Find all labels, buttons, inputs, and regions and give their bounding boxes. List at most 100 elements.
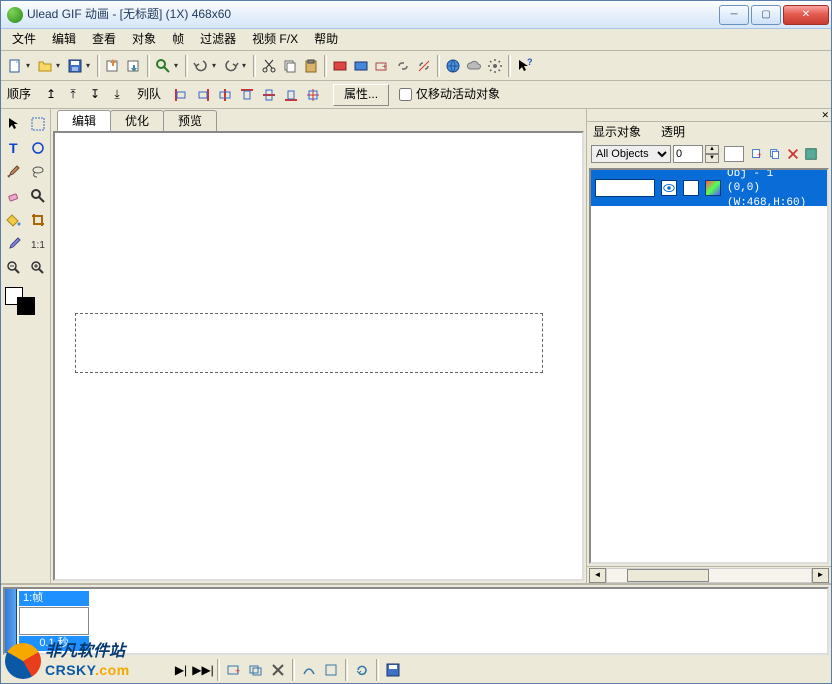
tab-optimize[interactable]: 优化 — [110, 110, 164, 131]
open-file-icon[interactable] — [35, 56, 55, 76]
redo-icon[interactable] — [221, 56, 241, 76]
visibility-icon[interactable] — [661, 180, 677, 196]
scroll-track[interactable] — [606, 568, 812, 583]
timeline-marker[interactable] — [5, 589, 17, 653]
align-right-icon[interactable] — [193, 85, 213, 105]
crop-tool-icon[interactable] — [27, 209, 49, 231]
pointer-tool-icon[interactable] — [3, 113, 25, 135]
shape-tool-icon[interactable] — [27, 137, 49, 159]
menu-object[interactable]: 对象 — [125, 30, 163, 48]
canvas-area[interactable] — [53, 131, 584, 581]
menu-filter[interactable]: 过滤器 — [193, 30, 243, 48]
new-file-icon[interactable] — [5, 56, 25, 76]
copy-icon[interactable] — [280, 56, 300, 76]
add-frame-icon[interactable]: + — [224, 660, 244, 680]
export-icon[interactable] — [124, 56, 144, 76]
cloud-icon[interactable] — [464, 56, 484, 76]
align-top-icon[interactable] — [237, 85, 257, 105]
scroll-left-icon[interactable]: ◄ — [589, 568, 606, 583]
eraser-tool-icon[interactable] — [3, 185, 25, 207]
minimize-button[interactable]: ─ — [719, 5, 749, 25]
menu-videofx[interactable]: 视频 F/X — [245, 30, 305, 48]
help-pointer-icon[interactable]: ? — [514, 56, 534, 76]
align-left-icon[interactable] — [171, 85, 191, 105]
color-swatch[interactable] — [3, 287, 49, 317]
slider-icon[interactable] — [724, 146, 744, 162]
selection-tool-icon[interactable] — [27, 113, 49, 135]
del-frame-icon[interactable] — [268, 660, 288, 680]
eyedropper-tool-icon[interactable] — [3, 233, 25, 255]
delete-object-icon[interactable] — [785, 144, 801, 164]
move-bottom-icon[interactable]: ⤓ — [107, 85, 127, 105]
lasso-tool-icon[interactable] — [27, 161, 49, 183]
hand-tool-icon[interactable] — [3, 257, 25, 279]
next-frame-icon[interactable]: ▶| — [171, 660, 191, 680]
move-up-icon[interactable]: ↥ — [41, 85, 61, 105]
panel-close-icon[interactable]: ✕ — [821, 110, 829, 121]
export-frames-icon[interactable] — [383, 660, 403, 680]
frame-insert-icon[interactable]: + — [372, 56, 392, 76]
open-dropdown-icon[interactable]: ▾ — [56, 61, 64, 71]
last-frame-icon[interactable]: ▶▶| — [193, 660, 213, 680]
undo-dropdown-icon[interactable]: ▾ — [212, 61, 220, 71]
move-down-icon[interactable]: ↧ — [85, 85, 105, 105]
paste-icon[interactable] — [301, 56, 321, 76]
menu-frame[interactable]: 帧 — [165, 30, 191, 48]
transparency-value-input[interactable] — [673, 145, 703, 163]
timeline-frame[interactable]: 1:帧 0.1 秒 — [19, 591, 89, 651]
menu-file[interactable]: 文件 — [5, 30, 43, 48]
unlink-icon[interactable] — [414, 56, 434, 76]
zoom-icon[interactable] — [153, 56, 173, 76]
tab-edit[interactable]: 编辑 — [57, 110, 111, 131]
web-icon[interactable] — [443, 56, 463, 76]
menu-edit[interactable]: 编辑 — [45, 30, 83, 48]
import-icon[interactable] — [103, 56, 123, 76]
save-dropdown-icon[interactable]: ▾ — [86, 61, 94, 71]
dup-frame-icon[interactable] — [246, 660, 266, 680]
undo-icon[interactable] — [191, 56, 211, 76]
new-dropdown-icon[interactable]: ▾ — [26, 61, 34, 71]
align-center-icon[interactable] — [303, 85, 323, 105]
actual-size-icon[interactable]: 1:1 — [27, 233, 49, 255]
frame-settings-icon[interactable] — [321, 660, 341, 680]
zoom-dropdown-icon[interactable]: ▾ — [174, 61, 182, 71]
settings-icon[interactable] — [485, 56, 505, 76]
tween-icon[interactable] — [299, 660, 319, 680]
magnifier-tool-icon[interactable] — [27, 185, 49, 207]
fill-tool-icon[interactable] — [3, 209, 25, 231]
close-button[interactable]: ✕ — [783, 5, 829, 25]
object-row[interactable]: Obj - 1 (0,0)(W:468,H:60) — [591, 170, 827, 206]
align-bottom-icon[interactable] — [281, 85, 301, 105]
tab-preview[interactable]: 预览 — [163, 110, 217, 131]
scroll-thumb[interactable] — [627, 569, 709, 582]
move-top-icon[interactable]: ⤒ — [63, 85, 83, 105]
properties-button[interactable]: 属性... — [333, 84, 389, 106]
lock-icon[interactable] — [683, 180, 699, 196]
color-mode-icon[interactable] — [705, 180, 721, 196]
frame-option2-icon[interactable] — [351, 56, 371, 76]
background-color[interactable] — [17, 297, 35, 315]
loop-icon[interactable] — [352, 660, 372, 680]
object-props-icon[interactable] — [803, 144, 819, 164]
brush-tool-icon[interactable] — [3, 161, 25, 183]
align-hcenter-icon[interactable] — [215, 85, 235, 105]
align-vcenter-icon[interactable] — [259, 85, 279, 105]
link-icon[interactable] — [393, 56, 413, 76]
timeline[interactable]: 1:帧 0.1 秒 — [3, 587, 829, 655]
add-object-icon[interactable]: + — [749, 144, 765, 164]
duplicate-object-icon[interactable] — [767, 144, 783, 164]
objects-hscroll[interactable]: ◄ ► — [587, 566, 831, 583]
redo-dropdown-icon[interactable]: ▾ — [242, 61, 250, 71]
cut-icon[interactable] — [259, 56, 279, 76]
menu-help[interactable]: 帮助 — [307, 30, 345, 48]
frame-option1-icon[interactable] — [330, 56, 350, 76]
scroll-right-icon[interactable]: ► — [812, 568, 829, 583]
text-tool-icon[interactable]: T — [3, 137, 25, 159]
zoomin-tool-icon[interactable] — [27, 257, 49, 279]
save-icon[interactable] — [65, 56, 85, 76]
move-active-only-checkbox[interactable] — [399, 88, 412, 101]
transparency-spinner[interactable]: ▲▼ — [705, 145, 719, 163]
maximize-button[interactable]: ▢ — [751, 5, 781, 25]
artboard[interactable] — [75, 313, 543, 373]
menu-view[interactable]: 查看 — [85, 30, 123, 48]
